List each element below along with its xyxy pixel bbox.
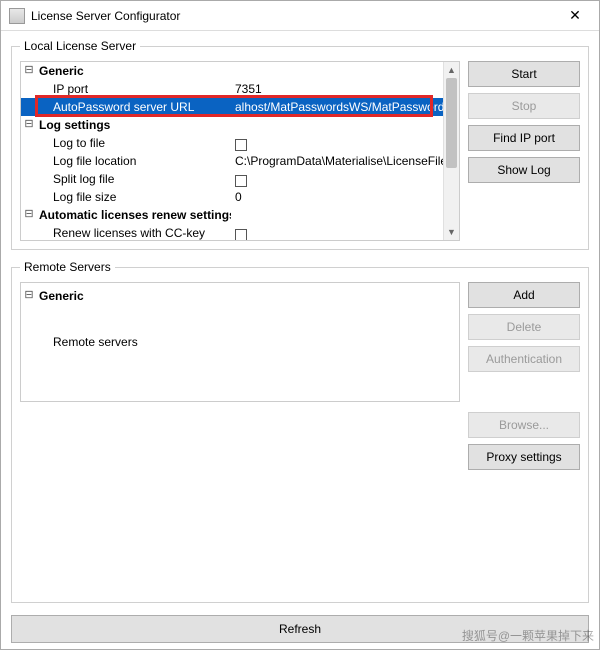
show-log-button[interactable]: Show Log xyxy=(468,157,580,183)
window-title: License Server Configurator xyxy=(31,9,553,23)
ip-port-label: IP port xyxy=(37,80,231,98)
stop-button[interactable]: Stop xyxy=(468,93,580,119)
remote-servers-value[interactable] xyxy=(231,333,459,351)
ip-port-value[interactable]: 7351 xyxy=(231,80,443,98)
category-auto-renew: Automatic licenses renew settings xyxy=(37,206,231,224)
autopassword-row-selected[interactable]: AutoPassword server URL alhost/MatPasswo… xyxy=(21,98,443,116)
scroll-up-icon[interactable]: ▲ xyxy=(444,62,459,78)
remote-legend: Remote Servers xyxy=(20,260,115,274)
scroll-down-icon[interactable]: ▼ xyxy=(444,224,459,240)
remote-servers-label: Remote servers xyxy=(37,333,231,351)
category-log-settings: Log settings xyxy=(37,116,231,134)
log-size-value[interactable]: 0 xyxy=(231,188,443,206)
start-button[interactable]: Start xyxy=(468,61,580,87)
local-property-grid[interactable]: ⊟ Generic IP port 7351 AutoPassword serv… xyxy=(20,61,460,241)
close-button[interactable]: ✕ xyxy=(553,2,597,30)
split-log-label: Split log file xyxy=(37,170,231,188)
renew-cc-label: Renew licenses with CC-key xyxy=(37,224,231,240)
renew-cc-checkbox[interactable] xyxy=(235,229,247,240)
collapse-icon[interactable]: ⊟ xyxy=(21,62,37,80)
refresh-button[interactable]: Refresh xyxy=(11,615,589,643)
collapse-icon[interactable]: ⊟ xyxy=(21,116,37,134)
local-scrollbar[interactable]: ▲ ▼ xyxy=(443,62,459,240)
remote-property-grid[interactable]: ⊟ Generic Remote servers xyxy=(20,282,460,402)
log-location-value[interactable]: C:\ProgramData\Materialise\LicenseFiles xyxy=(231,152,443,170)
titlebar: License Server Configurator ✕ xyxy=(1,1,599,31)
proxy-settings-button[interactable]: Proxy settings xyxy=(468,444,580,470)
log-location-label: Log file location xyxy=(37,152,231,170)
split-log-checkbox[interactable] xyxy=(235,175,247,187)
log-to-file-label: Log to file xyxy=(37,134,231,152)
delete-button[interactable]: Delete xyxy=(468,314,580,340)
category-generic-remote: Generic xyxy=(37,287,231,305)
collapse-icon[interactable]: ⊟ xyxy=(21,206,37,224)
scrollbar-thumb[interactable] xyxy=(446,78,457,168)
browse-button[interactable]: Browse... xyxy=(468,412,580,438)
remote-servers-group: Remote Servers ⊟ Generic Remote servers xyxy=(11,260,589,603)
local-license-server-group: Local License Server ⊟ Generic IP port 7… xyxy=(11,39,589,250)
local-legend: Local License Server xyxy=(20,39,140,53)
app-icon xyxy=(9,8,25,24)
authentication-button[interactable]: Authentication xyxy=(468,346,580,372)
collapse-icon[interactable]: ⊟ xyxy=(21,287,37,305)
category-generic: Generic xyxy=(37,62,231,80)
autopassword-value[interactable]: alhost/MatPasswordsWS/MatPasswordsWS.asm… xyxy=(231,98,443,116)
autopassword-label: AutoPassword server URL xyxy=(37,98,231,116)
log-size-label: Log file size xyxy=(37,188,231,206)
log-to-file-checkbox[interactable] xyxy=(235,139,247,151)
add-button[interactable]: Add xyxy=(468,282,580,308)
find-ip-port-button[interactable]: Find IP port xyxy=(468,125,580,151)
